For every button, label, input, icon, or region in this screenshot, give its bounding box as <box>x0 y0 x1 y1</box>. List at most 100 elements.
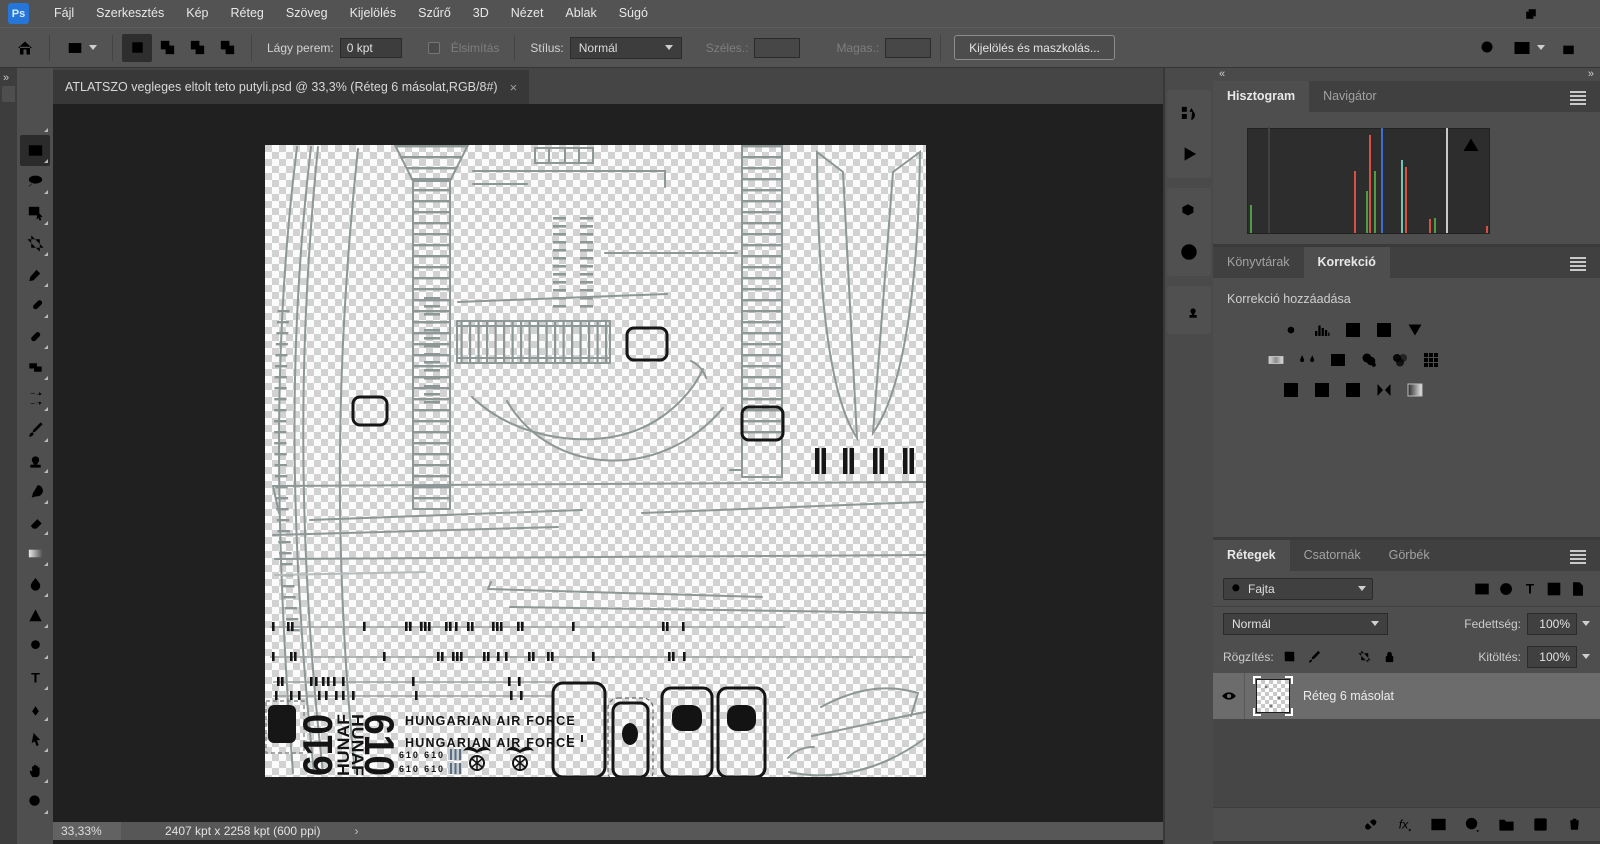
restore-button[interactable] <box>1508 0 1554 27</box>
select-and-mask-button[interactable]: Kijelölés és maszkolás... <box>954 35 1115 60</box>
layer-filter-dropdown[interactable]: Fajta <box>1223 577 1373 600</box>
opacity-field[interactable]: 100% <box>1527 612 1577 635</box>
adjustment-selective-color[interactable] <box>1373 380 1395 400</box>
document-tab[interactable]: ATLATSZO vegleges eltolt teto putyli.psd… <box>53 70 530 104</box>
blend-mode-dropdown[interactable]: Normál <box>1223 612 1388 635</box>
adjustment-photo-filter[interactable] <box>1358 350 1380 370</box>
menu-image[interactable]: Kép <box>175 0 219 27</box>
tab-paths[interactable]: Görbék <box>1375 540 1444 571</box>
adjustment-hue-saturation[interactable] <box>1265 350 1287 370</box>
adjustment-exposure[interactable] <box>1373 320 1395 340</box>
menu-help[interactable]: Súgó <box>608 0 659 27</box>
adjustment-invert[interactable] <box>1280 380 1302 400</box>
lock-transparency-icon[interactable] <box>1282 649 1297 664</box>
tool-object-selection[interactable] <box>20 197 50 228</box>
properties-3d-panel-button[interactable] <box>1167 192 1211 232</box>
search-icon[interactable] <box>1478 38 1498 58</box>
tool-hand[interactable] <box>20 755 50 786</box>
layer-row-selected[interactable]: Réteg 6 másolat <box>1213 673 1600 719</box>
document-canvas[interactable]: 610 HUNAF HUNAF 610 HUNGARIAN AIR FORCE … <box>265 145 926 777</box>
menu-window[interactable]: Ablak <box>554 0 607 27</box>
tool-crop[interactable] <box>20 228 50 259</box>
tab-layers[interactable]: Rétegek <box>1213 540 1290 571</box>
adjustment-channel-mixer[interactable] <box>1389 350 1411 370</box>
photoshop-logo[interactable]: Ps <box>8 3 29 24</box>
layer-thumbnail[interactable] <box>1253 676 1293 716</box>
tab-channels[interactable]: Csatornák <box>1290 540 1375 571</box>
adjustment-threshold[interactable] <box>1342 380 1364 400</box>
panel-menu-icon[interactable] <box>1570 257 1586 273</box>
layer-visibility-toggle[interactable] <box>1213 673 1245 719</box>
tool-healing-brush[interactable] <box>20 321 50 352</box>
width-input[interactable] <box>754 37 801 58</box>
clone-source-panel-button[interactable] <box>1167 290 1211 330</box>
close-button[interactable] <box>1554 0 1600 27</box>
layer-name[interactable]: Réteg 6 másolat <box>1303 689 1394 703</box>
adjustment-curves[interactable] <box>1342 320 1364 340</box>
feather-input[interactable] <box>339 37 402 58</box>
adjustment-gradient-map[interactable] <box>1404 380 1426 400</box>
tool-sharpen[interactable] <box>20 600 50 631</box>
adjustment-color-balance[interactable] <box>1296 350 1318 370</box>
collapse-panels-chevron[interactable]: « <box>1219 68 1225 81</box>
info-panel-button[interactable] <box>1167 232 1211 272</box>
filter-smart-objects-button[interactable] <box>1566 578 1590 600</box>
tool-brush[interactable] <box>20 414 50 445</box>
lock-artboard-icon[interactable] <box>1357 649 1372 664</box>
tab-adjustments[interactable]: Korrekció <box>1303 247 1390 278</box>
fill-field[interactable]: 100% <box>1527 645 1577 668</box>
tab-histogram[interactable]: Hisztogram <box>1213 81 1310 112</box>
tool-move[interactable] <box>20 104 50 135</box>
new-layer-icon[interactable] <box>1531 815 1550 834</box>
link-layers-icon[interactable] <box>1361 815 1380 834</box>
tool-patch[interactable] <box>20 352 50 383</box>
menu-type[interactable]: Szöveg <box>275 0 339 27</box>
zoom-level-field[interactable]: 33,33% <box>53 822 121 840</box>
adjustment-brightness-contrast[interactable] <box>1280 320 1302 340</box>
expand-toolbar-chevron[interactable]: » <box>3 72 9 84</box>
tool-eraser[interactable] <box>20 507 50 538</box>
filter-type-layers-button[interactable] <box>1518 578 1542 600</box>
tool-dodge[interactable] <box>20 631 50 662</box>
tool-clone-stamp[interactable] <box>20 445 50 476</box>
actions-panel-button[interactable] <box>1167 134 1211 174</box>
status-chevron-icon[interactable]: › <box>354 824 358 838</box>
selection-mode-intersect-button[interactable] <box>212 34 242 62</box>
workspace-switcher[interactable] <box>1512 38 1545 58</box>
tab-libraries[interactable]: Könyvtárak <box>1213 247 1304 278</box>
warning-icon[interactable] <box>1461 135 1481 155</box>
adjustment-levels[interactable] <box>1311 320 1333 340</box>
add-layer-mask-icon[interactable] <box>1429 815 1448 834</box>
tool-content-aware-move[interactable] <box>20 383 50 414</box>
tab-close-icon[interactable]: × <box>510 80 518 95</box>
adjustment-color-lookup[interactable] <box>1420 350 1442 370</box>
tab-navigator[interactable]: Navigátor <box>1309 81 1391 112</box>
adjustment-posterize[interactable] <box>1311 380 1333 400</box>
panel-menu-icon[interactable] <box>1570 91 1586 107</box>
history-panel-button[interactable] <box>1167 94 1211 134</box>
tool-blur[interactable] <box>20 569 50 600</box>
share-icon[interactable] <box>1559 38 1578 57</box>
menu-select[interactable]: Kijelölés <box>339 0 408 27</box>
tool-history-brush[interactable] <box>20 476 50 507</box>
selection-mode-new-button[interactable] <box>122 33 152 62</box>
tool-pen[interactable] <box>20 693 50 724</box>
menu-3d[interactable]: 3D <box>462 0 500 27</box>
lock-position-icon[interactable] <box>1332 649 1347 664</box>
tool-zoom[interactable] <box>20 786 50 817</box>
lock-all-icon[interactable] <box>1382 649 1397 664</box>
filter-image-layers-button[interactable] <box>1470 578 1494 600</box>
filter-shape-layers-button[interactable] <box>1542 578 1566 600</box>
lock-pixels-icon[interactable] <box>1307 649 1322 664</box>
delete-layer-icon[interactable] <box>1565 815 1584 834</box>
minimize-button[interactable] <box>1462 0 1508 27</box>
tool-lasso[interactable] <box>20 166 50 197</box>
home-button[interactable] <box>10 34 40 62</box>
menu-edit[interactable]: Szerkesztés <box>85 0 175 27</box>
style-dropdown[interactable]: Normál <box>569 36 682 59</box>
tool-spot-healing-brush[interactable] <box>20 290 50 321</box>
expand-panels-chevron[interactable]: » <box>1588 68 1594 81</box>
filter-adjustment-layers-button[interactable] <box>1494 578 1518 600</box>
height-input[interactable] <box>885 37 932 58</box>
layer-style-fx-icon[interactable] <box>1395 815 1414 834</box>
